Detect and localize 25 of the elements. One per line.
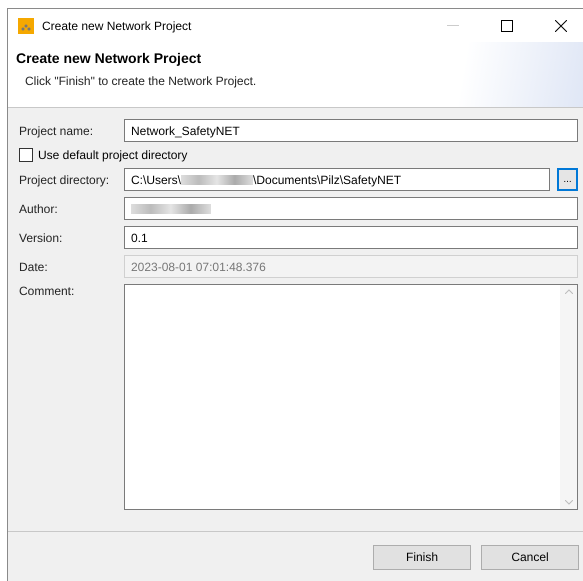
- version-field[interactable]: 0.1: [124, 226, 578, 249]
- scroll-up-icon[interactable]: [564, 289, 572, 294]
- use-default-checkbox[interactable]: Use default project directory: [19, 148, 188, 162]
- field-label: Date:: [19, 260, 49, 274]
- author-field[interactable]: [124, 197, 578, 220]
- browse-button[interactable]: ...: [557, 168, 578, 191]
- window-title: Create new Network Project: [42, 18, 192, 32]
- field-label: Comment:: [19, 284, 76, 298]
- project-name-field[interactable]: Network_SafetyNET: [124, 119, 578, 142]
- comment-field[interactable]: [124, 284, 578, 510]
- maximize-button[interactable]: [501, 20, 513, 32]
- minimize-button[interactable]: [447, 24, 459, 26]
- page-description: Click "Finish" to create the Network Project.: [25, 74, 258, 88]
- close-button[interactable]: [555, 20, 567, 32]
- app-logo-icon: [18, 18, 34, 34]
- page-title: Create new Network Project: [16, 50, 202, 66]
- scrollbar[interactable]: [560, 285, 577, 509]
- scroll-down-icon[interactable]: [564, 500, 572, 505]
- field-label: Version:: [19, 230, 64, 244]
- field-label: Author:: [19, 202, 59, 216]
- project-directory-field[interactable]: C:\Users\ \Documents\Pilz\SafetyNET: [124, 168, 550, 191]
- field-label: Project directory:: [19, 172, 110, 186]
- dialog-button[interactable]: Finish: [373, 544, 471, 570]
- dialog-button[interactable]: Cancel: [481, 544, 579, 570]
- field-label: Project name:: [19, 124, 94, 138]
